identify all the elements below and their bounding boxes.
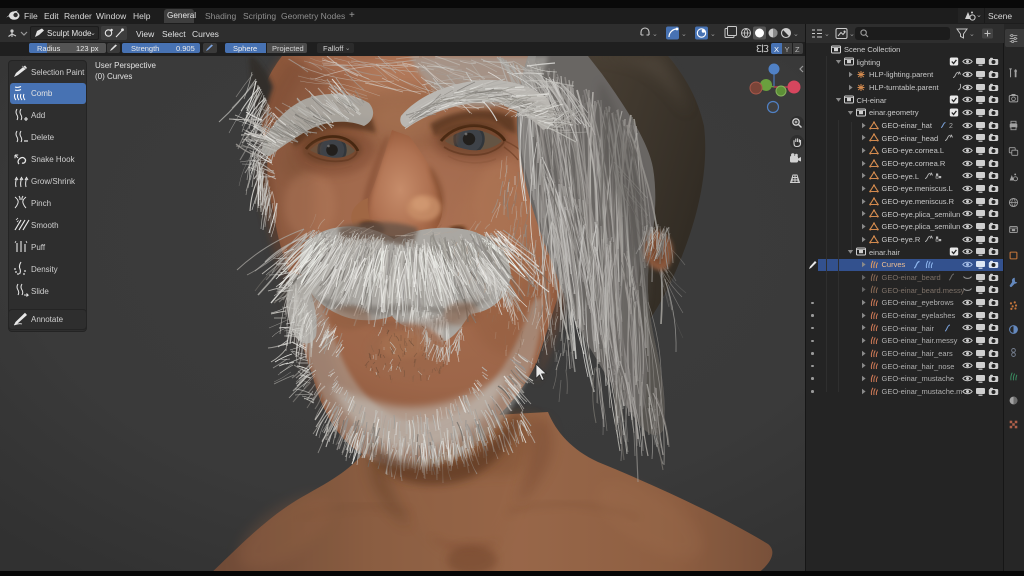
svg-text:⌄: ⌄ (969, 31, 975, 38)
svg-text:⌄: ⌄ (824, 31, 830, 38)
svg-text:⌄: ⌄ (849, 31, 855, 38)
svg-text:⌄: ⌄ (652, 31, 658, 38)
svg-text:2: 2 (949, 123, 953, 129)
svg-text:⌄: ⌄ (710, 31, 716, 38)
svg-text:⌄: ⌄ (681, 31, 687, 38)
svg-text:⌄: ⌄ (793, 31, 799, 38)
